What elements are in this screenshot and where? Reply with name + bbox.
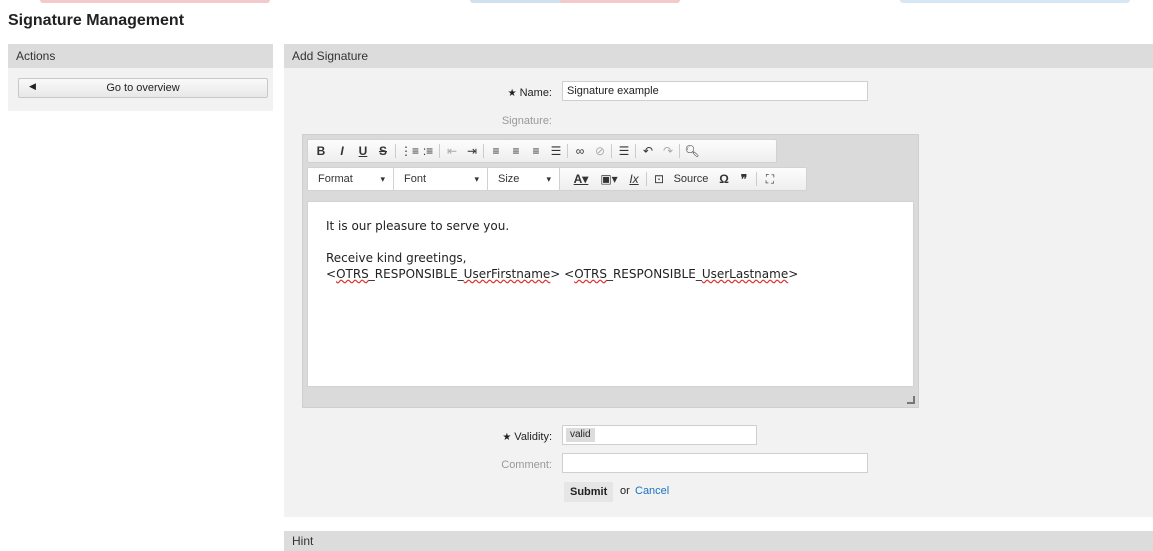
page-title: Signature Management [8, 12, 185, 29]
maximize-icon[interactable]: ⛶ [762, 170, 778, 188]
font-combo[interactable]: Font ▾ [394, 168, 488, 190]
source-button[interactable]: Source [668, 170, 714, 188]
blockquote-icon[interactable]: ❞ [736, 170, 752, 188]
signature-label: Signature: [501, 115, 552, 127]
top-decoration [0, 0, 1153, 6]
redo-icon[interactable]: ↷ [660, 142, 676, 160]
indent-icon[interactable]: ⇥ [464, 142, 480, 160]
submit-button[interactable]: Submit [564, 482, 614, 502]
or-text: or [620, 485, 630, 497]
comment-label: Comment: [501, 459, 552, 471]
link-icon[interactable]: ∞ [572, 142, 588, 160]
comment-input[interactable] [562, 453, 868, 473]
outdent-icon[interactable]: ⇤ [444, 142, 460, 160]
find-icon[interactable]: 🔍︎ [684, 142, 700, 160]
required-star-icon: ★ [507, 88, 517, 99]
go-to-overview-button[interactable]: ◀ Go to overview [18, 78, 268, 98]
numbered-list-icon[interactable]: ⋮≡ [400, 142, 419, 160]
align-justify-icon[interactable]: ☰ [548, 142, 564, 160]
name-label: ★ Name: [507, 87, 552, 99]
bulleted-list-icon[interactable]: :≡ [420, 142, 436, 160]
name-input[interactable]: Signature example [562, 81, 868, 101]
editor-toolbar-row-2: Format ▾ Font ▾ Size ▾ A▾ ▣▾ Ix ⊡ Source Ω … [307, 167, 807, 191]
editor-content[interactable]: It is our pleasure to serve you. Receive… [307, 201, 914, 387]
validity-label: ★ Validity: [502, 431, 552, 443]
italic-icon[interactable]: I [335, 142, 349, 160]
align-center-icon[interactable]: ≡ [508, 142, 524, 160]
signature-editor: B I U S ⋮≡ :≡ ⇤ ⇥ ≡ ≡ ≡ ☰ ∞ ⊘ ☰ ↶ ↷ 🔍︎ F… [302, 134, 919, 408]
add-signature-header: Add Signature [284, 44, 1153, 68]
size-combo[interactable]: Size ▾ [488, 168, 560, 190]
align-right-icon[interactable]: ≡ [528, 142, 544, 160]
bold-icon[interactable]: B [314, 142, 328, 160]
source-icon[interactable]: ⊡ [652, 170, 666, 188]
editor-line-2: Receive kind greetings, [326, 251, 467, 265]
strikethrough-icon[interactable]: S [376, 142, 390, 160]
validity-select[interactable]: valid [562, 425, 757, 445]
go-to-overview-label: Go to overview [106, 82, 180, 94]
background-color-icon[interactable]: ▣▾ [598, 170, 620, 188]
unlink-icon[interactable]: ⊘ [592, 142, 608, 160]
undo-icon[interactable]: ↶ [640, 142, 656, 160]
editor-line-3: <OTRS_RESPONSIBLE_UserFirstname> <OTRS_R… [326, 267, 799, 281]
sidebar-header: Actions [8, 44, 273, 68]
remove-format-icon[interactable]: Ix [626, 170, 642, 188]
special-character-icon[interactable]: Ω [716, 170, 732, 188]
text-color-icon[interactable]: A▾ [570, 170, 592, 188]
hint-header: Hint [284, 531, 1153, 551]
required-star-icon: ★ [502, 432, 512, 443]
validity-value: valid [566, 428, 595, 442]
format-combo[interactable]: Format ▾ [308, 168, 394, 190]
editor-line-1: It is our pleasure to serve you. [326, 219, 510, 233]
cancel-link[interactable]: Cancel [635, 485, 669, 497]
align-left-icon[interactable]: ≡ [488, 142, 504, 160]
editor-toolbar-row-1: B I U S ⋮≡ :≡ ⇤ ⇥ ≡ ≡ ≡ ☰ ∞ ⊘ ☰ ↶ ↷ 🔍︎ [307, 139, 777, 163]
resize-handle-icon[interactable] [907, 396, 915, 404]
sidebar-actions: Actions ◀ Go to overview [8, 44, 273, 111]
add-signature-panel: Add Signature ★ Name: Signature example S… [284, 44, 1153, 517]
underline-icon[interactable]: U [356, 142, 370, 160]
horizontal-line-icon[interactable]: ☰ [616, 142, 632, 160]
